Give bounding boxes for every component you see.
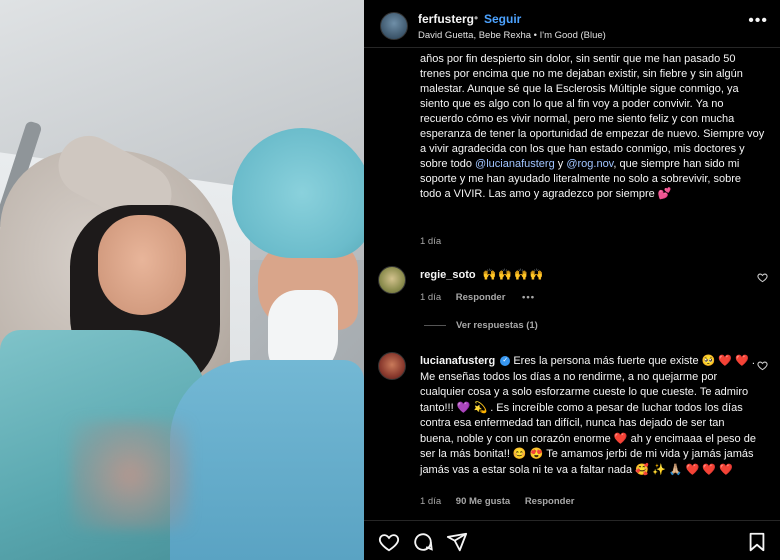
post-side-panel: ferfusterg • Seguir David Guetta, Bebe R…: [364, 0, 780, 560]
caption-timestamp[interactable]: 1 día: [420, 236, 441, 247]
caption-text-part: años por fin despierto sin dolor, sin se…: [420, 53, 765, 170]
replies-divider: [424, 324, 446, 326]
comment-body: lucianafusterg ✓ Eres la persona más fue…: [420, 354, 756, 478]
bookmark-icon[interactable]: [746, 531, 768, 553]
heart-outline-icon[interactable]: [378, 531, 400, 553]
heart-emoji-icon: 💕: [657, 188, 672, 200]
photo-surgical-gown: [170, 360, 364, 560]
commenter-username[interactable]: lucianafusterg: [420, 355, 495, 367]
heart-outline-icon[interactable]: [757, 360, 768, 374]
post-header: ferfusterg • Seguir David Guetta, Bebe R…: [364, 0, 780, 48]
author-avatar[interactable]: [380, 12, 408, 40]
caption-scroll: años por fin despierto sin dolor, sin se…: [364, 48, 780, 248]
comment-timestamp[interactable]: 1 día: [420, 496, 441, 507]
comment-body: regie_soto 🙌🙌🙌🙌: [420, 268, 546, 281]
comment-likes[interactable]: 90 Me gusta: [456, 496, 510, 507]
photo-surgical-cap: [232, 128, 364, 258]
comment-text: Eres la persona más fuerte que existe 🥺 …: [420, 355, 756, 476]
post-photo[interactable]: [0, 0, 364, 560]
action-bar: [364, 520, 780, 560]
post-caption: años por fin despierto sin dolor, sin se…: [420, 52, 765, 202]
heart-outline-icon[interactable]: [757, 272, 768, 286]
comment-meta: 1 día Responder •••: [420, 292, 535, 303]
comment-icon[interactable]: [412, 531, 434, 553]
verified-badge-icon: ✓: [500, 356, 511, 367]
comment-meta: 1 día 90 Me gusta Responder: [420, 496, 574, 507]
view-replies-button[interactable]: Ver respuestas (1): [424, 320, 538, 331]
commenter-avatar[interactable]: [378, 352, 406, 380]
author-username[interactable]: ferfusterg: [418, 12, 474, 26]
commenter-avatar[interactable]: [378, 266, 406, 294]
follow-button[interactable]: Seguir: [484, 12, 521, 26]
comment-text: 🙌🙌🙌🙌: [482, 269, 546, 281]
view-replies-label: Ver respuestas (1): [456, 320, 538, 331]
share-icon[interactable]: [446, 531, 468, 553]
comment-more-icon[interactable]: •••: [522, 292, 535, 303]
commenter-username[interactable]: regie_soto: [420, 269, 476, 281]
more-options-icon[interactable]: •••: [748, 12, 768, 30]
caption-text-part: y: [557, 158, 564, 170]
comment-timestamp[interactable]: 1 día: [420, 292, 441, 303]
mention-link[interactable]: @lucianafusterg: [475, 158, 555, 170]
header-separator: •: [474, 11, 479, 25]
reply-button[interactable]: Responder: [456, 292, 506, 303]
music-label[interactable]: David Guetta, Bebe Rexha • I'm Good (Blu…: [418, 30, 606, 41]
reply-button[interactable]: Responder: [525, 496, 575, 507]
photo-patient-face: [98, 215, 186, 315]
mention-link[interactable]: @rog.nov: [566, 158, 613, 170]
photo-blurred-area: [70, 420, 190, 530]
